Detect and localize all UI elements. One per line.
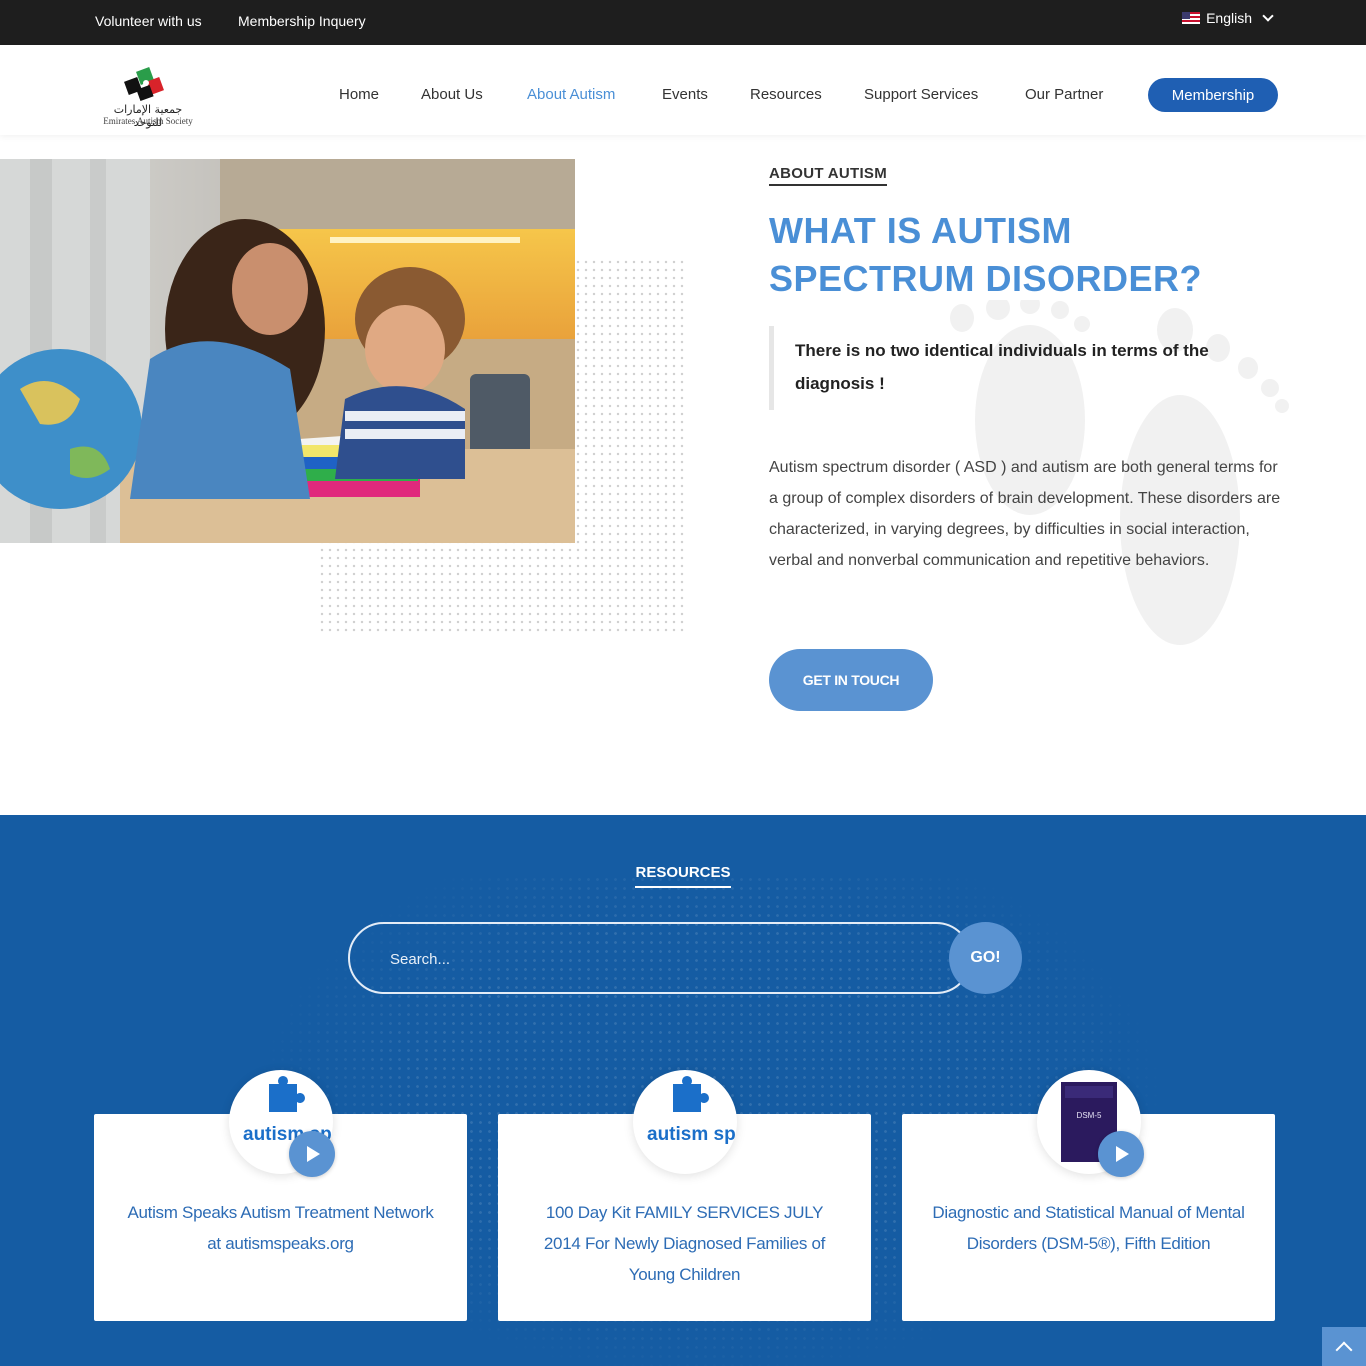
us-flag-icon xyxy=(1182,12,1201,24)
card-logo-text: autism speaks xyxy=(647,1124,737,1145)
resources-section: RESOURCES GO! Autism Speaks Autism Treat… xyxy=(0,815,1366,1366)
search-input[interactable] xyxy=(390,946,910,972)
description-text: Autism spectrum disorder ( ASD ) and aut… xyxy=(769,459,1281,569)
play-video-icon[interactable] xyxy=(289,1131,335,1177)
mother-child-photo xyxy=(0,159,575,543)
card-logo-text: DSM-5 xyxy=(1077,1111,1102,1120)
nav-events[interactable]: Events xyxy=(662,86,708,103)
nav-about-us[interactable]: About Us xyxy=(421,86,483,103)
language-selector[interactable]: English xyxy=(1182,10,1274,26)
volunteer-link[interactable]: Volunteer with us xyxy=(95,13,202,29)
language-label: English xyxy=(1206,10,1252,26)
resource-card-title[interactable]: Diagnostic and Statistical Manual of Men… xyxy=(902,1197,1275,1259)
scroll-to-top-button[interactable] xyxy=(1322,1327,1366,1366)
logo-english-text: Emirates Autism Society xyxy=(103,116,193,126)
search-box xyxy=(348,922,972,994)
membership-button[interactable]: Membership xyxy=(1148,78,1278,112)
resources-heading: RESOURCES xyxy=(635,864,731,888)
resource-card-title[interactable]: Autism Speaks Autism Treatment Network a… xyxy=(94,1197,467,1259)
nav-about-autism[interactable]: About Autism xyxy=(527,86,615,103)
section-eyebrow: ABOUT AUTISM xyxy=(769,165,888,186)
nav-home[interactable]: Home xyxy=(339,86,379,103)
quote-text: There is no two identical individuals in… xyxy=(795,341,1209,393)
hero-photo xyxy=(0,159,575,543)
main-header: جمعية الإمارات للتوحد Emirates Autism So… xyxy=(0,45,1366,135)
title-line-1: WHAT IS AUTISM xyxy=(769,210,1072,251)
get-in-touch-button[interactable]: GET IN TOUCH xyxy=(769,649,933,711)
nav-our-partner[interactable]: Our Partner xyxy=(1025,86,1103,103)
page-title: WHAT IS AUTISM SPECTRUM DISORDER? xyxy=(769,207,1289,303)
resource-card-title[interactable]: 100 Day Kit FAMILY SERVICES JULY 2014 Fo… xyxy=(498,1197,871,1290)
nav-support-services[interactable]: Support Services xyxy=(864,86,978,103)
title-line-2: SPECTRUM DISORDER? xyxy=(769,258,1203,299)
nav-resources[interactable]: Resources xyxy=(750,86,822,103)
search-go-button[interactable]: GO! xyxy=(949,922,1022,994)
puzzle-logo-icon xyxy=(124,67,164,102)
top-bar: Volunteer with us Membership Inquery Eng… xyxy=(0,0,1366,45)
membership-inquiry-link[interactable]: Membership Inquery xyxy=(238,13,366,29)
site-logo[interactable]: جمعية الإمارات للتوحد Emirates Autism So… xyxy=(98,63,198,129)
autism-speaks-logo-icon: autism speaks xyxy=(633,1070,737,1174)
play-video-icon[interactable] xyxy=(1098,1131,1144,1177)
chevron-down-icon xyxy=(1262,10,1274,22)
highlight-quote: There is no two identical individuals in… xyxy=(769,326,1249,410)
